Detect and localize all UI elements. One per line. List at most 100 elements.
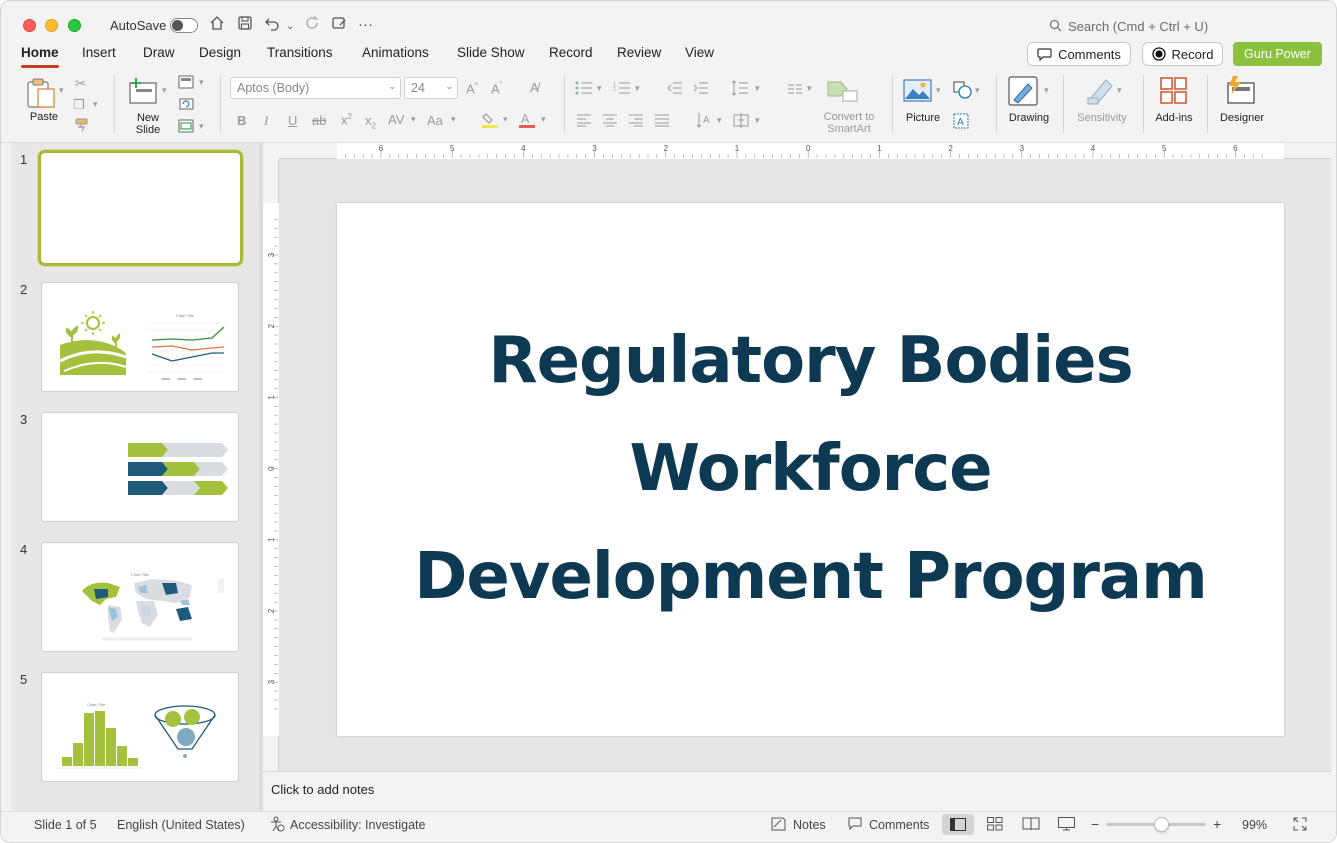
zoom-slider-track[interactable] (1106, 817, 1206, 832)
line-spacing-icon[interactable] (731, 80, 749, 101)
zoom-out-button[interactable]: − (1091, 816, 1099, 832)
tab-view[interactable]: View (685, 45, 714, 60)
search-input[interactable]: Search (Cmd + Ctrl + U) (1068, 19, 1208, 34)
decrease-indent-icon[interactable] (667, 81, 683, 100)
copy-icon[interactable]: ❐ (73, 97, 85, 113)
tab-design[interactable]: Design (199, 45, 241, 60)
accessibility-icon[interactable] (269, 816, 285, 837)
accessibility-status[interactable]: Accessibility: Investigate (290, 818, 425, 832)
convert-smartart-label[interactable]: Convert to SmartArt (817, 111, 881, 135)
drawing-dropdown-icon[interactable]: ▾ (1044, 85, 1049, 96)
zoom-slider-thumb[interactable] (1154, 817, 1169, 832)
minimize-window-button[interactable] (45, 19, 58, 32)
notes-toggle-button[interactable]: Notes (793, 818, 826, 832)
align-text-dropdown-icon[interactable]: ▾ (755, 115, 760, 126)
vertical-ruler[interactable]: 3210123 (263, 159, 279, 771)
present-icon[interactable] (331, 15, 347, 37)
text-direction-dropdown-icon[interactable]: ▾ (717, 115, 722, 126)
strikethrough-icon[interactable]: ab (312, 113, 326, 128)
italic-icon[interactable]: I (264, 113, 268, 129)
columns-icon[interactable] (787, 82, 803, 100)
tab-review[interactable]: Review (617, 45, 661, 60)
layout-dropdown-icon[interactable]: ▾ (199, 77, 204, 88)
guru-power-button[interactable]: Guru Power (1233, 42, 1322, 66)
comment-status-icon[interactable] (847, 817, 863, 836)
comments-button[interactable]: Comments (1027, 42, 1131, 66)
highlight-icon[interactable] (481, 111, 499, 134)
underline-icon[interactable]: U (288, 113, 297, 128)
comments-toggle-button[interactable]: Comments (869, 818, 929, 832)
close-window-button[interactable] (23, 19, 36, 32)
slide-show-icon[interactable] (1058, 817, 1075, 836)
home-icon[interactable] (209, 15, 225, 37)
bullets-icon[interactable] (575, 81, 593, 100)
paste-dropdown-icon[interactable]: ▾ (59, 85, 64, 96)
tab-insert[interactable]: Insert (82, 45, 116, 60)
subscript-icon[interactable]: x2 (365, 113, 376, 131)
save-icon[interactable] (237, 15, 253, 37)
superscript-icon[interactable]: x2 (341, 112, 352, 127)
increase-font-size-icon[interactable]: A^ (466, 81, 478, 96)
bold-icon[interactable]: B (237, 113, 246, 128)
text-direction-icon[interactable]: A (696, 112, 714, 133)
highlight-dropdown-icon[interactable]: ▾ (503, 114, 508, 125)
columns-dropdown-icon[interactable]: ▾ (807, 83, 812, 94)
text-box-icon[interactable]: A (953, 113, 969, 134)
notes-pane[interactable]: Click to add notes (263, 771, 1331, 811)
drawing-icon[interactable] (1008, 76, 1040, 111)
clear-formatting-icon[interactable]: A̸ (530, 80, 539, 95)
decrease-font-size-icon[interactable]: Aˇ (491, 81, 502, 96)
language-indicator[interactable]: English (United States) (117, 818, 245, 832)
sensitivity-dropdown-icon[interactable]: ▾ (1117, 85, 1122, 96)
zoom-percentage[interactable]: 99% (1242, 818, 1267, 832)
slide-thumbnail-1[interactable] (38, 150, 243, 266)
new-slide-dropdown-icon[interactable]: ▾ (162, 85, 167, 96)
zoom-in-button[interactable]: + (1213, 816, 1221, 832)
autosave-toggle[interactable] (170, 18, 198, 33)
tab-transitions[interactable]: Transitions (267, 45, 333, 60)
format-painter-icon[interactable] (73, 118, 89, 137)
paste-icon[interactable] (25, 77, 59, 114)
designer-icon[interactable] (1225, 75, 1257, 110)
more-icon[interactable]: ··· (358, 15, 373, 35)
justify-icon[interactable] (654, 113, 670, 132)
add-ins-icon[interactable] (1160, 77, 1188, 110)
line-spacing-dropdown-icon[interactable]: ▾ (755, 83, 760, 94)
section-icon[interactable] (178, 119, 196, 138)
slide-title-text[interactable]: Regulatory Bodies Workforce Development … (337, 307, 1284, 631)
undo-icon[interactable] (264, 15, 280, 37)
align-right-icon[interactable] (628, 113, 644, 132)
record-button[interactable]: Record (1142, 42, 1223, 66)
character-spacing-dropdown-icon[interactable]: ▾ (411, 114, 416, 125)
align-center-icon[interactable] (602, 113, 618, 132)
increase-indent-icon[interactable] (693, 81, 709, 100)
numbering-icon[interactable]: 12 (613, 81, 631, 100)
character-spacing-icon[interactable]: AV (388, 112, 404, 127)
font-size-field[interactable]: 24 ⌄ (404, 77, 458, 99)
slide-thumbnail-4[interactable]: Chart Title (41, 542, 239, 652)
change-case-dropdown-icon[interactable]: ▾ (451, 114, 456, 125)
new-slide-icon[interactable] (128, 77, 160, 110)
tab-slide-show[interactable]: Slide Show (457, 45, 525, 60)
slide-thumbnail-2[interactable]: Chart Title (41, 282, 239, 392)
slide-thumbnail-3[interactable] (41, 412, 239, 522)
fit-to-window-icon[interactable] (1293, 817, 1307, 836)
reading-view-icon[interactable] (1022, 817, 1040, 836)
sensitivity-icon[interactable] (1086, 76, 1116, 111)
picture-dropdown-icon[interactable]: ▾ (936, 85, 941, 96)
font-color-icon[interactable]: A (518, 111, 536, 134)
shapes-dropdown-icon[interactable]: ▾ (975, 85, 980, 96)
shapes-icon[interactable] (953, 81, 973, 104)
current-slide[interactable]: Regulatory Bodies Workforce Development … (337, 203, 1284, 736)
font-name-field[interactable]: Aptos (Body) ⌄ (230, 77, 401, 99)
copy-dropdown-icon[interactable]: ▾ (93, 99, 98, 110)
tab-home[interactable]: Home (21, 45, 59, 60)
section-dropdown-icon[interactable]: ▾ (199, 121, 204, 132)
bullets-dropdown-icon[interactable]: ▾ (597, 83, 602, 94)
smartart-icon[interactable] (827, 79, 859, 108)
numbering-dropdown-icon[interactable]: ▾ (635, 83, 640, 94)
tab-record[interactable]: Record (549, 45, 593, 60)
slide-sorter-icon[interactable] (987, 817, 1003, 836)
undo-dropdown-icon[interactable]: ⌄ (286, 17, 294, 37)
change-case-icon[interactable]: Aa (427, 113, 443, 128)
